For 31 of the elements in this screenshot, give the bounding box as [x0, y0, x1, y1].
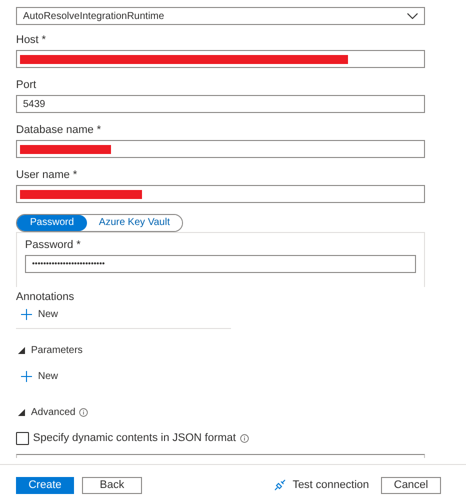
field-label: Port: [16, 79, 38, 92]
triangle-icon: [18, 409, 25, 416]
input-field[interactable]: [16, 140, 425, 158]
field-label: Password *: [25, 239, 82, 252]
checkbox-label: Specify dynamic contents in JSON format: [33, 431, 236, 446]
field-label: Host *: [16, 34, 47, 47]
field-label: User name *: [16, 169, 78, 182]
section-toggle[interactable]: Parameters: [18, 343, 83, 358]
input-field[interactable]: [16, 185, 425, 203]
password-field[interactable]: ••••••••••••••••••••••••••: [25, 255, 416, 273]
cancel-button[interactable]: Cancel: [381, 476, 441, 494]
tab[interactable]: Password: [17, 215, 87, 231]
test-connection-button[interactable]: Test connection: [274, 476, 369, 494]
plus-icon: [21, 309, 32, 320]
field-label: Annotations: [16, 291, 76, 304]
info-icon: [79, 408, 88, 417]
section-toggle[interactable]: Advanced: [18, 405, 76, 420]
plus-icon: [21, 371, 32, 382]
input-field[interactable]: [16, 50, 425, 68]
plug-icon: [274, 479, 286, 491]
dropdown[interactable]: AutoResolveIntegrationRuntime: [16, 7, 425, 25]
create-button[interactable]: Create: [16, 476, 74, 494]
chevron-down-icon: [407, 13, 418, 19]
add-button[interactable]: New: [21, 369, 58, 384]
info-icon: [240, 434, 249, 443]
field-label: Database name *: [16, 124, 102, 137]
checkbox[interactable]: [16, 432, 29, 445]
input-field[interactable]: 5439: [16, 95, 425, 113]
add-button[interactable]: New: [21, 307, 58, 322]
back-button[interactable]: Back: [82, 476, 142, 494]
triangle-icon: [18, 347, 25, 354]
